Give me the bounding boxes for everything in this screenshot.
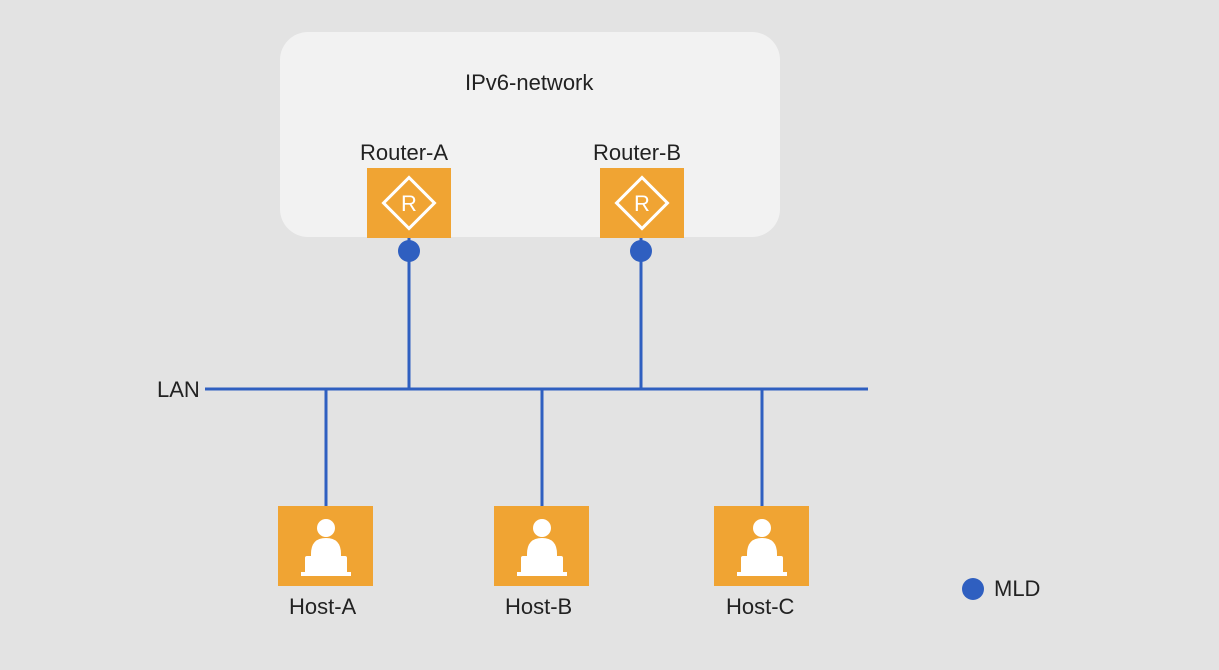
host-icon <box>507 514 577 578</box>
router-b-label: Router-B <box>593 140 681 166</box>
router-a-node: R <box>367 168 451 238</box>
host-b-label: Host-B <box>505 594 572 620</box>
svg-text:R: R <box>634 191 650 216</box>
host-c-label: Host-C <box>726 594 794 620</box>
host-b-node <box>494 506 589 586</box>
router-a-label: Router-A <box>360 140 448 166</box>
mld-dot-router-b <box>630 240 652 262</box>
legend-mld-label: MLD <box>994 576 1040 602</box>
mld-dot-router-a <box>398 240 420 262</box>
host-icon <box>727 514 797 578</box>
host-a-node <box>278 506 373 586</box>
host-a-label: Host-A <box>289 594 356 620</box>
router-icon: R <box>614 175 670 231</box>
router-b-node: R <box>600 168 684 238</box>
network-title: IPv6-network <box>465 70 593 96</box>
router-icon: R <box>381 175 437 231</box>
lan-label: LAN <box>157 377 200 403</box>
host-c-node <box>714 506 809 586</box>
host-icon <box>291 514 361 578</box>
legend-mld-dot <box>962 578 984 600</box>
ipv6-network-box <box>280 32 780 237</box>
svg-text:R: R <box>401 191 417 216</box>
